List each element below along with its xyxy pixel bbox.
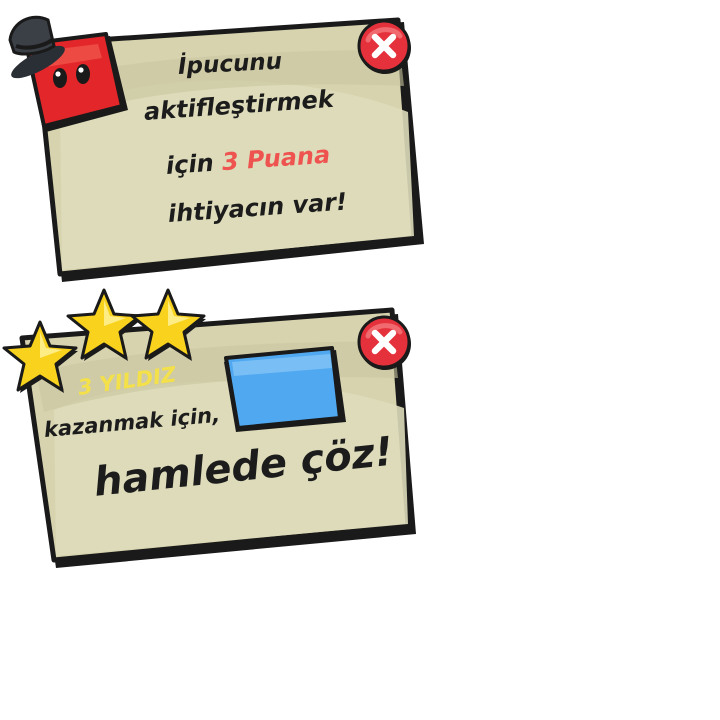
stars-close-button[interactable]: [356, 314, 412, 370]
star-icon-1: [2, 320, 78, 393]
moves-count-box: [224, 346, 346, 432]
hint-line-1: İpucunu: [177, 48, 283, 80]
close-icon: [357, 19, 411, 74]
star-icon-3: [130, 288, 206, 361]
stars-dialog: 3 YILDIZ kazanmak için, hamlede çöz!: [0, 288, 440, 592]
hint-line-3-prefix: için: [165, 148, 215, 180]
star-icon-2: [66, 288, 142, 361]
hint-close-button[interactable]: [356, 18, 412, 74]
hint-dialog: İpucunu aktifleştirmek için 3 Puana ihti…: [0, 0, 440, 300]
close-icon: [357, 315, 411, 370]
mascot-icon: [8, 15, 128, 132]
